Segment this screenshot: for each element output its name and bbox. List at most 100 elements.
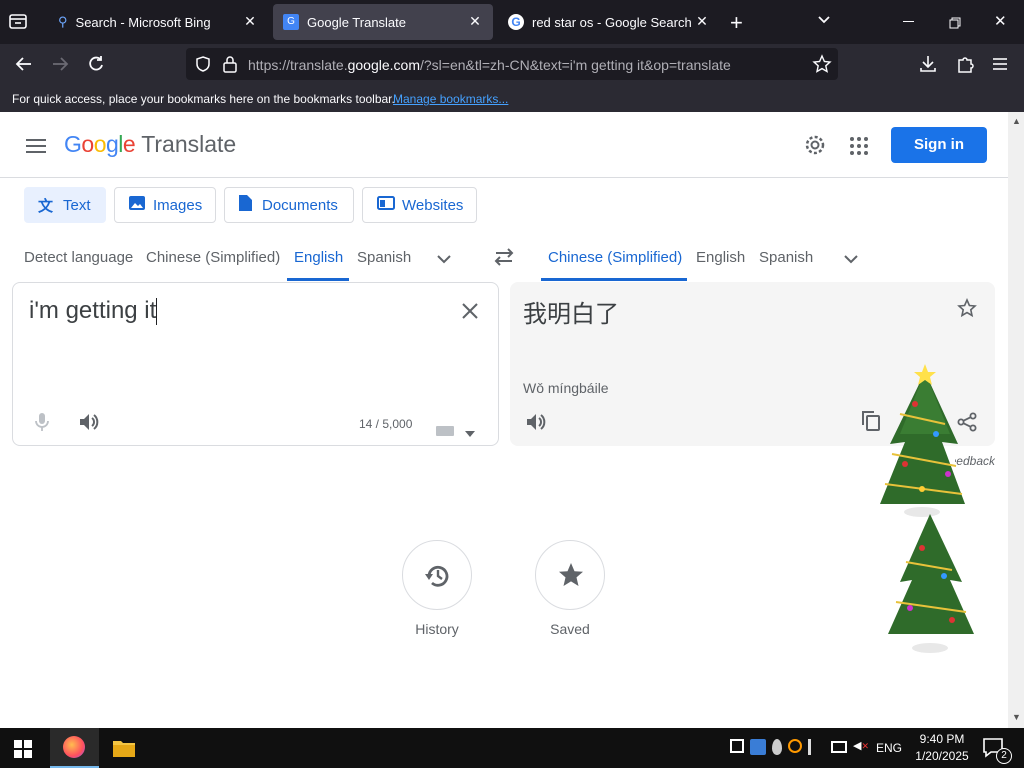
product-name: Translate	[141, 131, 237, 157]
target-lang-chinese[interactable]: Chinese (Simplified)	[548, 249, 682, 266]
target-lang-underline	[541, 278, 687, 281]
header-divider	[0, 177, 1008, 178]
source-lang-detect[interactable]: Detect language	[24, 249, 133, 266]
back-icon[interactable]	[14, 54, 34, 79]
tab-google-search[interactable]: G red star os - Google Search ✕	[498, 4, 720, 40]
scroll-up-icon[interactable]: ▲	[1012, 116, 1021, 126]
source-lang-underline	[287, 278, 349, 281]
google-wordmark: Google	[64, 131, 136, 157]
input-language[interactable]: ENG	[876, 741, 902, 755]
notification-count: 2	[996, 748, 1012, 764]
scroll-down-icon[interactable]: ▼	[1012, 712, 1021, 722]
documents-mode-button[interactable]: Documents	[224, 187, 354, 223]
target-lang-english[interactable]: English	[696, 249, 745, 266]
tab-title: Search - Microsoft Bing	[75, 14, 211, 30]
tab-title: red star os - Google Search	[532, 14, 692, 30]
windows-start-icon[interactable]	[14, 740, 32, 763]
url-text: https://translate.google.com/?sl=en&tl=z…	[248, 57, 731, 73]
volume-muted-icon[interactable]: ◀✕	[853, 739, 869, 753]
forward-icon[interactable]	[50, 54, 70, 79]
close-window-icon[interactable]: ✕	[994, 12, 1007, 30]
clock-time[interactable]: 9:40 PM	[916, 732, 968, 746]
char-count: 14 / 5,000	[359, 417, 413, 431]
images-mode-button[interactable]: Images	[114, 187, 216, 223]
websites-mode-button[interactable]: Websites	[362, 187, 477, 223]
saved-button[interactable]	[535, 540, 605, 610]
google-icon: G	[508, 14, 524, 30]
minimize-icon[interactable]	[903, 21, 914, 22]
history-button[interactable]	[402, 540, 472, 610]
image-icon	[129, 196, 145, 214]
translate-icon: G	[283, 14, 299, 30]
source-text-input[interactable]: i'm getting it	[29, 297, 449, 337]
network-tray-icon[interactable]	[750, 739, 766, 755]
main-menu-icon[interactable]	[26, 138, 46, 159]
bookmark-star-icon[interactable]	[812, 54, 832, 79]
reload-icon[interactable]	[86, 54, 106, 79]
search-tray-icon[interactable]	[788, 739, 802, 753]
close-tab-icon[interactable]: ✕	[694, 13, 710, 29]
shield-icon[interactable]	[194, 55, 212, 78]
target-lang-spanish[interactable]: Spanish	[759, 249, 813, 266]
new-tab-icon[interactable]: +	[730, 10, 743, 36]
saved-star-icon	[557, 561, 585, 594]
save-translation-star-icon[interactable]	[957, 297, 977, 323]
tab-bing[interactable]: ⚲ Search - Microsoft Bing ✕	[46, 4, 268, 40]
document-icon	[239, 195, 252, 215]
clear-source-icon[interactable]	[462, 303, 478, 324]
microphone-icon[interactable]	[35, 412, 49, 437]
history-icon	[424, 562, 452, 595]
bookmarks-toolbar: For quick access, place your bookmarks h…	[0, 86, 1024, 112]
source-panel: i'm getting it 14 / 5,000	[12, 282, 499, 446]
pen-tray-icon[interactable]	[808, 739, 825, 755]
drop-tray-icon[interactable]	[772, 739, 782, 755]
text-mode-button[interactable]: 文 Text	[24, 187, 106, 223]
file-explorer-icon[interactable]	[112, 738, 136, 763]
maximize-icon[interactable]	[949, 16, 961, 34]
translation-text: 我明白了	[523, 301, 619, 328]
settings-icon[interactable]	[804, 134, 826, 161]
security-tray-icon[interactable]	[730, 739, 744, 753]
listen-source-icon[interactable]	[79, 413, 99, 436]
firefox-icon	[63, 736, 85, 758]
listen-translation-icon[interactable]	[526, 413, 546, 436]
list-tabs-icon[interactable]	[816, 12, 832, 33]
page-scrollbar[interactable]: ▲ ▼	[1008, 112, 1024, 728]
source-lang-spanish[interactable]: Spanish	[357, 249, 411, 266]
apps-grid-icon[interactable]	[850, 137, 868, 160]
swap-languages-icon[interactable]	[494, 248, 514, 271]
lock-icon[interactable]	[222, 55, 238, 78]
target-lang-more-icon[interactable]	[844, 251, 858, 269]
close-tab-icon[interactable]: ✕	[467, 13, 483, 29]
clock-date[interactable]: 1/20/2025	[910, 749, 974, 763]
romanization-text: Wǒ míngbáile	[523, 380, 609, 396]
tab-title: Google Translate	[307, 14, 407, 30]
source-lang-more-icon[interactable]	[437, 251, 451, 269]
sign-in-button[interactable]: Sign in	[891, 127, 987, 163]
input-tools-dropdown-icon[interactable]	[465, 424, 475, 442]
manage-bookmarks-link[interactable]: Manage bookmarks...	[393, 92, 508, 106]
close-tab-icon[interactable]: ✕	[242, 13, 258, 29]
source-lang-chinese[interactable]: Chinese (Simplified)	[146, 249, 280, 266]
keyboard-icon[interactable]	[436, 423, 454, 441]
url-bar[interactable]: https://translate.google.com/?sl=en&tl=z…	[186, 48, 838, 80]
translate-text-icon: 文	[38, 197, 54, 215]
source-lang-english[interactable]: English	[294, 249, 343, 266]
firefox-taskbar-button[interactable]	[50, 728, 99, 768]
download-icon[interactable]	[918, 54, 938, 79]
text-cursor	[156, 298, 158, 326]
extensions-icon[interactable]	[955, 54, 975, 79]
taskbar: ◀✕ ENG 9:40 PM 1/20/2025 2	[0, 728, 1024, 768]
tab-strip: ⚲ Search - Microsoft Bing ✕ G Google Tra…	[0, 0, 1024, 44]
website-icon	[377, 196, 395, 214]
christmas-tree-decoration	[878, 512, 978, 667]
saved-label: Saved	[550, 621, 590, 637]
christmas-tree-decoration	[870, 364, 970, 529]
firefox-view-icon[interactable]	[8, 12, 30, 32]
display-tray-icon[interactable]	[831, 741, 847, 753]
bookmarks-hint: For quick access, place your bookmarks h…	[12, 92, 395, 106]
translate-page: Google Translate Sign in 文 Text Images D…	[0, 112, 1008, 728]
google-translate-logo[interactable]: Google Translate	[64, 131, 236, 158]
tab-google-translate[interactable]: G Google Translate ✕	[273, 4, 493, 40]
app-menu-icon[interactable]	[992, 57, 1008, 76]
